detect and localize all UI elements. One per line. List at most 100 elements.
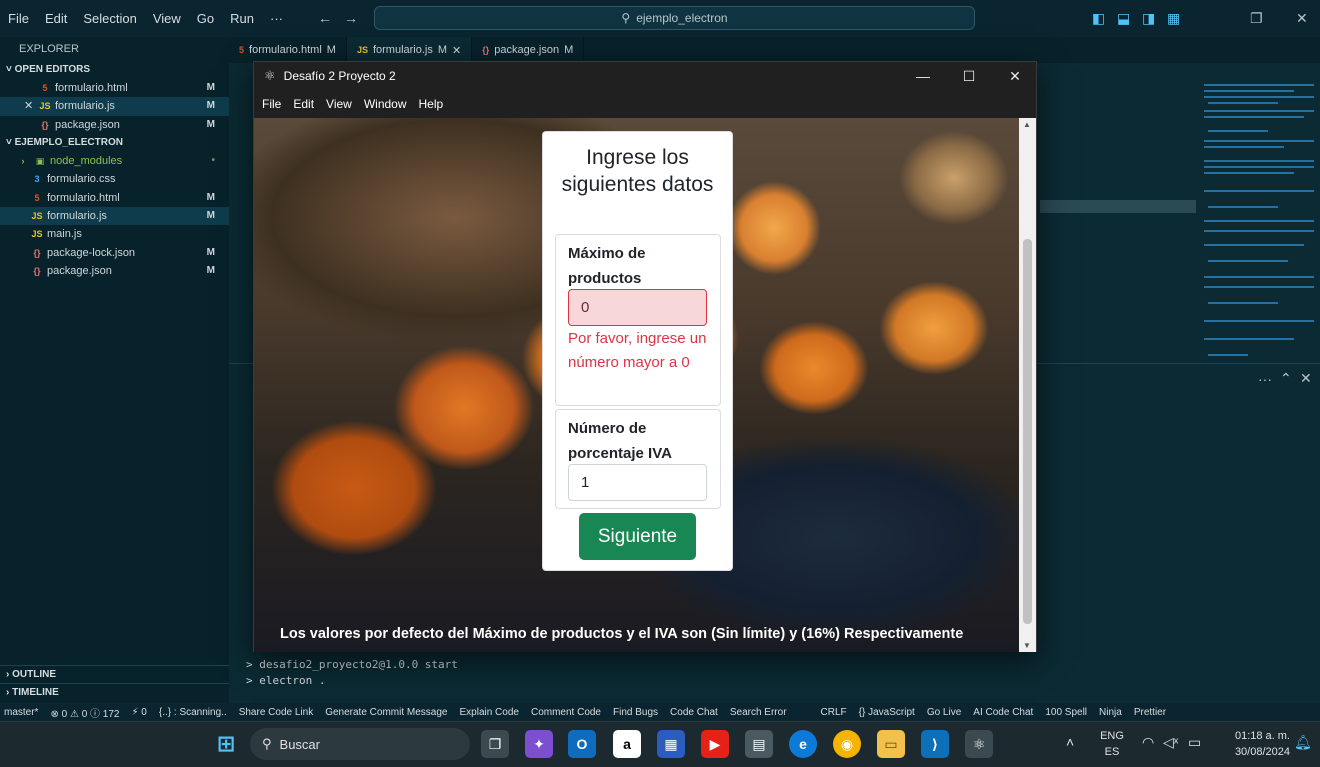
chevron-up-icon[interactable]: ⌃ xyxy=(1280,370,1292,387)
close-icon[interactable]: ✕ xyxy=(452,44,461,57)
language-mode-item[interactable]: {} JavaScript xyxy=(859,707,915,718)
outline-header[interactable]: › OUTLINE xyxy=(0,665,229,683)
store-icon[interactable]: ▦ xyxy=(657,730,685,758)
close-icon[interactable]: ✕ xyxy=(992,62,1038,90)
taskbar-search[interactable]: ⚲ Buscar xyxy=(250,728,470,760)
go-live-item[interactable]: Go Live xyxy=(927,707,961,718)
spell-item[interactable]: 100 Spell xyxy=(1045,707,1087,718)
ninja-item[interactable]: Ninja xyxy=(1099,707,1122,718)
close-icon[interactable]: ✕ xyxy=(1300,370,1312,387)
back-arrow-icon[interactable]: ← xyxy=(318,10,332,26)
tab-package-json[interactable]: {} package.json M xyxy=(472,37,585,63)
wifi-icon[interactable]: ◠ xyxy=(1142,734,1154,751)
timeline-header[interactable]: › TIMELINE xyxy=(0,683,229,701)
max-products-input[interactable]: 0 xyxy=(568,289,707,326)
menu-file[interactable]: File xyxy=(256,97,287,111)
window-title: Desafío 2 Proyecto 2 xyxy=(283,69,396,83)
electron-app-icon[interactable]: ⚛ xyxy=(965,730,993,758)
menu-view[interactable]: View xyxy=(145,11,189,26)
open-editor-item[interactable]: 5 formulario.html M xyxy=(0,79,229,97)
menu-edit[interactable]: Edit xyxy=(287,97,320,111)
file-tree-item[interactable]: › ▣ node_modules • xyxy=(0,152,229,170)
prettier-item[interactable]: Prettier xyxy=(1134,707,1166,718)
tab-formulario-html[interactable]: 5 formulario.html M xyxy=(229,37,347,63)
minimize-icon[interactable]: — xyxy=(900,62,946,90)
menu-more[interactable]: ··· xyxy=(262,11,291,26)
toggle-secondary-sidebar-icon[interactable]: ◨ xyxy=(1142,10,1155,27)
tab-formulario-js[interactable]: JS formulario.js M ✕ xyxy=(346,37,473,63)
menu-window[interactable]: Window xyxy=(358,97,413,111)
more-icon[interactable]: ··· xyxy=(1258,371,1272,387)
chrome-icon[interactable]: ◉ xyxy=(833,730,861,758)
scroll-down-icon[interactable]: ▼ xyxy=(1023,641,1031,650)
edge-icon[interactable]: e xyxy=(789,730,817,758)
windows-taskbar: ⊞ ⚲ Buscar ❐ ✦ O a ▦ ▶ ▤ e ◉ ▭ ⟩ ⚛ ˄ ENG… xyxy=(0,721,1320,767)
toggle-sidebar-icon[interactable]: ◧ xyxy=(1092,10,1105,27)
open-editor-item[interactable]: ✕ JS formulario.js M xyxy=(0,97,229,116)
file-tree-item[interactable]: {} package-lock.json M xyxy=(0,243,229,261)
outlook-icon[interactable]: O xyxy=(568,730,596,758)
file-tree-item[interactable]: {} package.json M xyxy=(0,262,229,280)
file-tree-item[interactable]: 5 formulario.html M xyxy=(0,188,229,206)
file-explorer-icon[interactable]: ▭ xyxy=(877,730,905,758)
ai-code-chat-item[interactable]: AI Code Chat xyxy=(973,707,1033,718)
language-indicator[interactable]: ENG ES xyxy=(1097,728,1127,760)
scroll-up-icon[interactable]: ▲ xyxy=(1023,120,1031,129)
ports-item[interactable]: ⚡ 0 xyxy=(132,707,147,718)
problems-item[interactable]: ⊗ 0 ⚠ 0 ⓘ 172 xyxy=(50,705,119,720)
comment-code-item[interactable]: Comment Code xyxy=(531,707,601,718)
minimap[interactable] xyxy=(1200,80,1318,370)
menu-view[interactable]: View xyxy=(320,97,358,111)
file-tree-item[interactable]: 3 formulario.css xyxy=(0,170,229,188)
close-icon[interactable]: ✕ xyxy=(24,97,38,115)
menu-go[interactable]: Go xyxy=(189,11,222,26)
share-code-link-item[interactable]: Share Code Link xyxy=(239,707,314,718)
notification-bell-icon[interactable]: 🔔︎ xyxy=(1294,734,1312,751)
close-window-icon[interactable]: ✕ xyxy=(1296,10,1308,27)
menu-edit[interactable]: Edit xyxy=(37,11,75,26)
forward-arrow-icon[interactable]: → xyxy=(344,10,358,26)
find-bugs-item[interactable]: Find Bugs xyxy=(613,707,658,718)
open-editors-header[interactable]: ˅ OPEN EDITORS xyxy=(0,61,229,79)
editor-tabs: 5 formulario.html M JS formulario.js M ✕… xyxy=(229,37,1320,63)
commit-message-item[interactable]: Generate Commit Message xyxy=(325,707,447,718)
open-editor-item[interactable]: {} package.json M xyxy=(0,116,229,134)
form-card: Ingrese los siguientes datos Máximo de p… xyxy=(542,131,733,571)
chevron-up-icon[interactable]: ˄ xyxy=(1066,734,1074,750)
toggle-panel-icon[interactable]: ⬓ xyxy=(1117,10,1130,27)
battery-icon[interactable]: ▭ xyxy=(1188,734,1201,751)
windows-start-icon[interactable]: ⊞ xyxy=(212,730,240,758)
git-branch-item[interactable]: master* xyxy=(4,707,38,718)
clock[interactable]: 01:18 a. m. 30/08/2024 xyxy=(1218,728,1290,760)
explorer-sidebar: EXPLORER ˅ OPEN EDITORS 5 formulario.htm… xyxy=(0,37,229,703)
js-file-icon: JS xyxy=(31,229,43,240)
scrollbar[interactable]: ▲ ▼ xyxy=(1019,118,1036,652)
file-tree-item[interactable]: JS main.js xyxy=(0,225,229,243)
vscode-icon[interactable]: ⟩ xyxy=(921,730,949,758)
task-view-icon[interactable]: ❐ xyxy=(481,730,509,758)
amazon-icon[interactable]: a xyxy=(613,730,641,758)
line-ending-item[interactable]: CRLF xyxy=(821,707,847,718)
restore-window-icon[interactable]: ❐ xyxy=(1250,10,1263,27)
explain-code-item[interactable]: Explain Code xyxy=(459,707,518,718)
menu-selection[interactable]: Selection xyxy=(75,11,144,26)
command-center-search[interactable]: ⚲ ejemplo_electron xyxy=(374,6,975,30)
scanning-item[interactable]: {..} : Scanning.. xyxy=(159,707,227,718)
youtube-icon[interactable]: ▶ xyxy=(701,730,729,758)
search-error-item[interactable]: Search Error xyxy=(730,707,787,718)
file-tree-item[interactable]: JS formulario.js M xyxy=(0,206,229,226)
scroll-thumb[interactable] xyxy=(1023,239,1032,624)
code-chat-item[interactable]: Code Chat xyxy=(670,707,718,718)
menu-file[interactable]: File xyxy=(0,11,37,26)
next-button[interactable]: Siguiente xyxy=(579,513,696,560)
menu-help[interactable]: Help xyxy=(413,97,450,111)
calculator-icon[interactable]: ▤ xyxy=(745,730,773,758)
iva-input[interactable]: 1 xyxy=(568,464,707,501)
layout-icon[interactable]: ▦ xyxy=(1167,10,1180,27)
copilot-icon[interactable]: ✦ xyxy=(525,730,553,758)
volume-muted-icon[interactable]: ◁ˣ xyxy=(1163,734,1178,751)
js-file-icon: JS xyxy=(39,101,51,112)
maximize-icon[interactable]: ☐ xyxy=(946,62,992,90)
menu-run[interactable]: Run xyxy=(222,11,262,26)
project-header[interactable]: ˅ EJEMPLO_ELECTRON xyxy=(0,134,229,152)
